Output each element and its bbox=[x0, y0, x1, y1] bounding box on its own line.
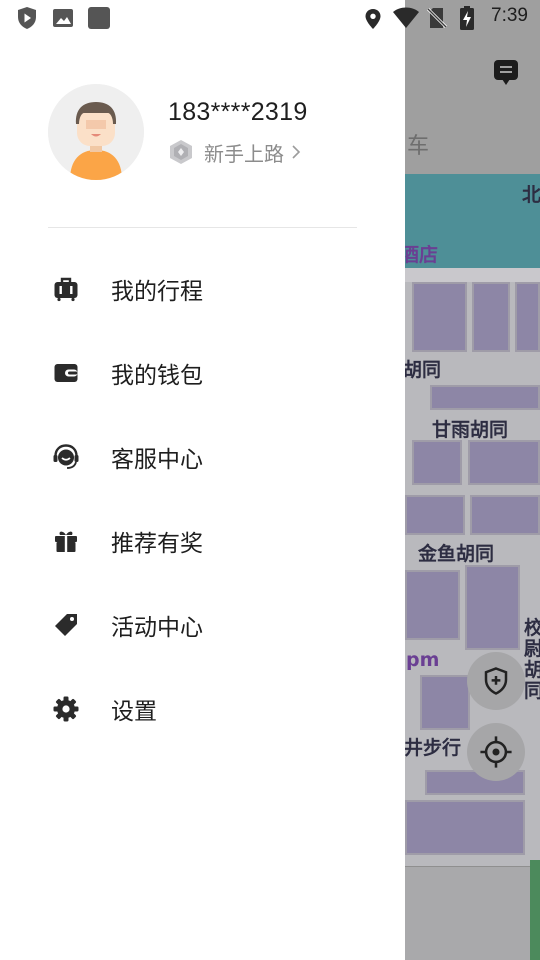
menu-label: 客服中心 bbox=[111, 447, 203, 473]
tag-icon bbox=[52, 611, 80, 639]
menu-label: 活动中心 bbox=[111, 615, 203, 641]
message-icon[interactable] bbox=[494, 60, 518, 85]
app-square-icon bbox=[88, 7, 110, 29]
avatar[interactable] bbox=[48, 84, 144, 180]
park-area bbox=[530, 860, 540, 960]
map-label: 甘雨胡同 bbox=[432, 419, 509, 441]
crosshair-icon bbox=[480, 736, 512, 768]
status-time: 7:39 bbox=[491, 5, 528, 26]
map-block bbox=[405, 495, 465, 535]
map-block bbox=[470, 495, 540, 535]
tab-fragment[interactable]: 车 bbox=[407, 128, 429, 160]
map-label: 井步行 bbox=[404, 737, 462, 759]
divider bbox=[48, 227, 357, 228]
nav-drawer: 183****2319 新手上路 我的行程 我的钱包 客服中心 推荐有奖 活动中… bbox=[0, 0, 405, 960]
menu-label: 我的钱包 bbox=[111, 363, 203, 389]
user-level-link[interactable]: 新手上路 bbox=[168, 138, 302, 166]
menu-item-customer-service[interactable]: 客服中心 bbox=[0, 427, 405, 487]
avatar-illustration bbox=[48, 84, 144, 180]
gift-icon bbox=[52, 527, 80, 555]
safety-button[interactable] bbox=[467, 652, 525, 710]
menu-item-settings[interactable]: 设置 bbox=[0, 679, 405, 739]
no-sim-icon bbox=[427, 7, 447, 29]
map-block bbox=[515, 282, 540, 352]
image-icon bbox=[53, 9, 73, 27]
map-label: 校尉胡同 bbox=[524, 617, 540, 702]
shield-plus-icon bbox=[484, 667, 508, 695]
map-block bbox=[465, 565, 520, 650]
chevron-right-icon bbox=[292, 145, 301, 159]
map-label: 金鱼胡同 bbox=[418, 543, 495, 565]
map-label: 胡同 bbox=[403, 359, 442, 381]
shield-play-icon bbox=[18, 7, 36, 29]
menu-item-events-center[interactable]: 活动中心 bbox=[0, 595, 405, 655]
user-phone[interactable]: 183****2319 bbox=[168, 98, 308, 127]
bottom-panel bbox=[405, 866, 540, 960]
battery-charging-icon bbox=[460, 6, 474, 30]
map-label: 北 bbox=[522, 184, 540, 206]
map-block bbox=[412, 282, 467, 352]
map-block bbox=[430, 385, 540, 410]
headset-icon bbox=[52, 443, 80, 471]
menu-label: 推荐有奖 bbox=[111, 531, 203, 557]
menu-item-my-wallet[interactable]: 我的钱包 bbox=[0, 343, 405, 403]
location-pin-icon bbox=[365, 9, 381, 29]
status-bar: 7:39 bbox=[0, 0, 540, 36]
menu-item-referral-rewards[interactable]: 推荐有奖 bbox=[0, 511, 405, 571]
map-block bbox=[472, 282, 510, 352]
road bbox=[405, 268, 540, 282]
map-block bbox=[405, 570, 460, 640]
menu-label: 设置 bbox=[111, 699, 157, 725]
wifi-icon bbox=[393, 7, 419, 28]
wallet-icon bbox=[52, 359, 80, 387]
locate-button[interactable] bbox=[467, 723, 525, 781]
map-block bbox=[412, 440, 462, 485]
gear-icon bbox=[52, 695, 80, 723]
map-block bbox=[420, 675, 470, 730]
map-label: 酒店 bbox=[400, 244, 439, 266]
menu-item-my-trips[interactable]: 我的行程 bbox=[0, 259, 405, 319]
suitcase-icon bbox=[52, 275, 80, 303]
user-level-label: 新手上路 bbox=[204, 141, 284, 166]
map-label: pm bbox=[406, 649, 440, 671]
menu-label: 我的行程 bbox=[111, 279, 203, 305]
level-badge-icon bbox=[170, 140, 192, 164]
map-block bbox=[468, 440, 540, 485]
map-block bbox=[405, 800, 525, 855]
